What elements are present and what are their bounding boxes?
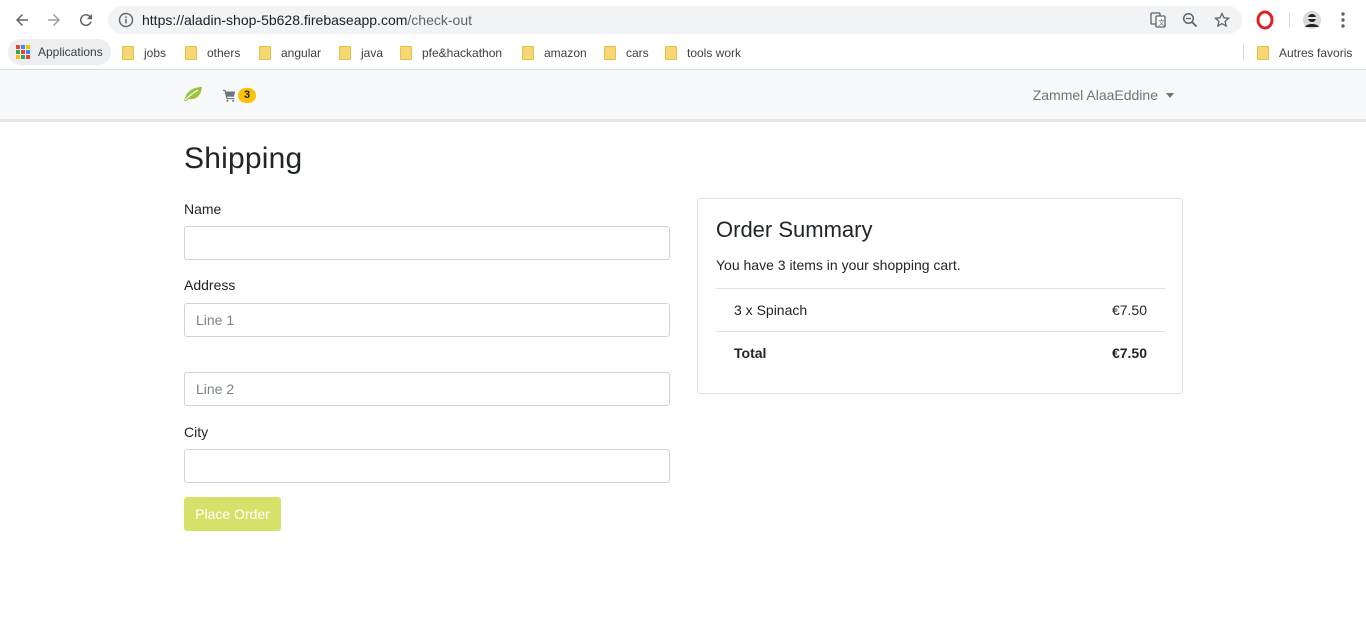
bookmark-java[interactable]: java <box>339 42 383 64</box>
reload-icon <box>79 14 92 27</box>
opera-extension-icon[interactable] <box>1255 10 1275 30</box>
city-field[interactable] <box>184 449 670 483</box>
bookmark-others[interactable]: others <box>185 42 240 64</box>
svg-text:文: 文 <box>1158 18 1165 27</box>
order-summary-card: Order Summary You have 3 items in your s… <box>697 198 1183 394</box>
toolbar-divider <box>1289 12 1290 28</box>
bookmark-label: tools work <box>687 46 742 60</box>
address-bar[interactable]: https://aladin-shop-5b628.firebaseapp.co… <box>108 6 1242 34</box>
folder-icon <box>522 46 534 60</box>
item-label: 3 x Spinach <box>734 302 808 318</box>
bookmark-applications-label: Applications <box>38 45 103 59</box>
address-line2-field[interactable] <box>184 372 670 406</box>
apps-grid-icon <box>16 45 30 59</box>
bookmark-other-favorites[interactable]: Autres favoris <box>1257 42 1352 64</box>
folder-icon <box>259 46 271 60</box>
city-label: City <box>184 424 209 440</box>
leaf-logo-icon[interactable] <box>183 86 203 102</box>
browser-toolbar: https://aladin-shop-5b628.firebaseapp.co… <box>0 0 1366 70</box>
total-label: Total <box>734 345 767 361</box>
bookmark-label: Autres favoris <box>1279 46 1353 60</box>
arrow-right-icon <box>48 14 60 26</box>
url-domain: https://aladin-shop-5b628.firebaseapp.co… <box>142 12 408 28</box>
total-value: €7.50 <box>1111 345 1147 361</box>
app-navbar: 3 Zammel AlaaEddine <box>0 70 1366 122</box>
zoom-icon[interactable] <box>1182 12 1198 28</box>
arrow-left-icon <box>16 14 28 26</box>
bookmark-label: java <box>361 46 384 60</box>
user-dropdown[interactable]: Zammel AlaaEddine <box>1033 87 1174 103</box>
translate-icon[interactable]: 文 <box>1150 12 1166 28</box>
order-summary-subtitle: You have 3 items in your shopping cart. <box>716 257 961 273</box>
folder-icon <box>185 46 197 60</box>
url-path: /check-out <box>407 12 472 28</box>
name-field[interactable] <box>184 226 670 260</box>
shopping-cart-link[interactable]: 3 <box>223 88 257 103</box>
bookmark-jobs[interactable]: jobs <box>122 42 166 64</box>
place-order-button[interactable]: Place Order <box>184 497 281 531</box>
address-label: Address <box>184 277 236 293</box>
shopping-cart-icon <box>223 89 236 102</box>
back-button[interactable] <box>10 8 34 32</box>
star-icon[interactable] <box>1214 12 1230 28</box>
address-line1-field[interactable] <box>184 303 670 337</box>
name-label: Name <box>184 201 222 217</box>
forward-button[interactable] <box>42 8 66 32</box>
folder-icon <box>665 46 677 60</box>
bookmark-applications[interactable]: Applications <box>8 39 111 65</box>
bookmark-angular[interactable]: angular <box>259 42 321 64</box>
folder-icon <box>604 46 616 60</box>
bookmark-label: pfe&hackathon <box>422 46 503 60</box>
order-summary-title: Order Summary <box>716 217 873 242</box>
profile-avatar-icon[interactable] <box>1302 10 1322 30</box>
folder-icon <box>1257 46 1269 60</box>
bookmark-label: others <box>207 46 241 60</box>
bookmark-label: angular <box>281 46 322 60</box>
bookmark-label: jobs <box>144 46 167 60</box>
bookmarks-divider <box>1243 44 1244 60</box>
user-name: Zammel AlaaEddine <box>1032 87 1158 103</box>
item-price: €7.50 <box>1111 302 1147 318</box>
bookmarks-bar: Applications jobs others angular java pf… <box>0 38 1366 66</box>
page-title: Shipping <box>184 142 303 175</box>
folder-icon <box>339 46 351 60</box>
total-row: Total €7.50 <box>716 331 1165 374</box>
reload-button[interactable] <box>74 8 98 32</box>
cart-count-badge: 3 <box>238 88 257 103</box>
order-summary-table: 3 x Spinach €7.50 Total €7.50 <box>716 288 1165 374</box>
url-text: https://aladin-shop-5b628.firebaseapp.co… <box>142 12 472 28</box>
folder-icon <box>400 46 412 60</box>
bookmark-amazon[interactable]: amazon <box>522 42 587 64</box>
bookmark-label: cars <box>626 46 649 60</box>
bookmark-tools-work[interactable]: tools work <box>665 42 741 64</box>
bookmark-label: amazon <box>544 46 587 60</box>
table-row: 3 x Spinach €7.50 <box>716 288 1165 331</box>
menu-dots-icon[interactable] <box>1333 10 1353 30</box>
bookmark-pfe-hackathon[interactable]: pfe&hackathon <box>400 42 502 64</box>
info-icon[interactable] <box>118 12 134 28</box>
folder-icon <box>122 46 134 60</box>
chevron-down-icon <box>1166 92 1174 98</box>
bookmark-cars[interactable]: cars <box>604 42 649 64</box>
